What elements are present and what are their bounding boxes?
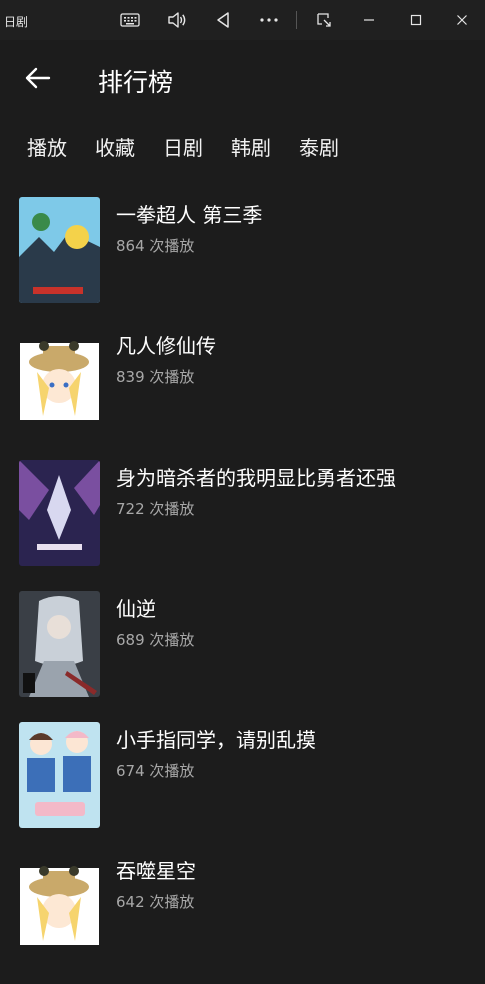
play-count: 674 次播放 xyxy=(116,762,195,781)
poster-thumbnail xyxy=(19,853,100,960)
back-triangle-icon[interactable] xyxy=(209,6,237,34)
poster-thumbnail xyxy=(19,722,100,829)
page-title: 排行榜 xyxy=(98,68,174,97)
close-icon[interactable] xyxy=(448,6,476,34)
play-count: 722 次播放 xyxy=(116,499,195,518)
list-item[interactable]: 小手指同学，请别乱摸 674 次播放 xyxy=(0,721,485,852)
poster-thumbnail xyxy=(19,328,100,435)
keyboard-icon[interactable] xyxy=(116,6,144,34)
more-icon[interactable] xyxy=(255,6,283,34)
tab-play[interactable]: 播放 xyxy=(27,132,67,161)
item-title: 一拳超人 第三季 xyxy=(116,203,263,227)
play-count: 839 次播放 xyxy=(116,368,195,387)
play-count: 864 次播放 xyxy=(116,237,195,255)
tab-thai-drama[interactable]: 泰剧 xyxy=(299,132,339,161)
item-title: 吞噬星空 xyxy=(116,859,196,884)
app-name: 日剧 xyxy=(4,15,29,29)
item-title: 身为暗杀者的我明显比勇者还强 xyxy=(116,465,396,490)
snap-icon[interactable] xyxy=(310,6,338,34)
poster-thumbnail xyxy=(19,459,100,566)
list-item[interactable]: 身为暗杀者的我明显比勇者还强 722 次播放 xyxy=(0,459,485,590)
tab-korean-drama[interactable]: 韩剧 xyxy=(231,132,271,161)
volume-icon[interactable] xyxy=(163,6,191,34)
minimize-icon[interactable] xyxy=(355,6,383,34)
list-item[interactable]: 吞噬星空 642 次播放 xyxy=(0,852,485,983)
list-item[interactable]: 一拳超人 第三季 864 次播放 xyxy=(0,196,485,327)
tab-favorites[interactable]: 收藏 xyxy=(95,132,135,161)
page-header: 排行榜 xyxy=(0,40,485,120)
arrow-left-icon xyxy=(25,67,51,89)
item-title: 小手指同学，请别乱摸 xyxy=(116,728,316,753)
ranking-list: 一拳超人 第三季 864 次播放 凡人修仙传 839 次播放 身为暗杀者的我明显… xyxy=(0,196,485,984)
category-tabs: 播放 收藏 日剧 韩剧 泰剧 xyxy=(27,132,339,161)
list-item[interactable]: 凡人修仙传 839 次播放 xyxy=(0,327,485,458)
titlebar-divider xyxy=(296,11,297,29)
play-count: 689 次播放 xyxy=(116,630,195,649)
poster-thumbnail xyxy=(19,590,100,697)
tab-japanese-drama[interactable]: 日剧 xyxy=(163,132,203,161)
list-item[interactable]: 仙逆 689 次播放 xyxy=(0,590,485,721)
poster-thumbnail xyxy=(19,197,100,303)
maximize-icon[interactable] xyxy=(402,6,430,34)
window-titlebar: 日剧 xyxy=(0,0,485,40)
item-title: 凡人修仙传 xyxy=(116,334,216,359)
item-title: 仙逆 xyxy=(116,596,156,621)
play-count: 642 次播放 xyxy=(116,893,195,912)
back-button[interactable] xyxy=(22,62,54,94)
